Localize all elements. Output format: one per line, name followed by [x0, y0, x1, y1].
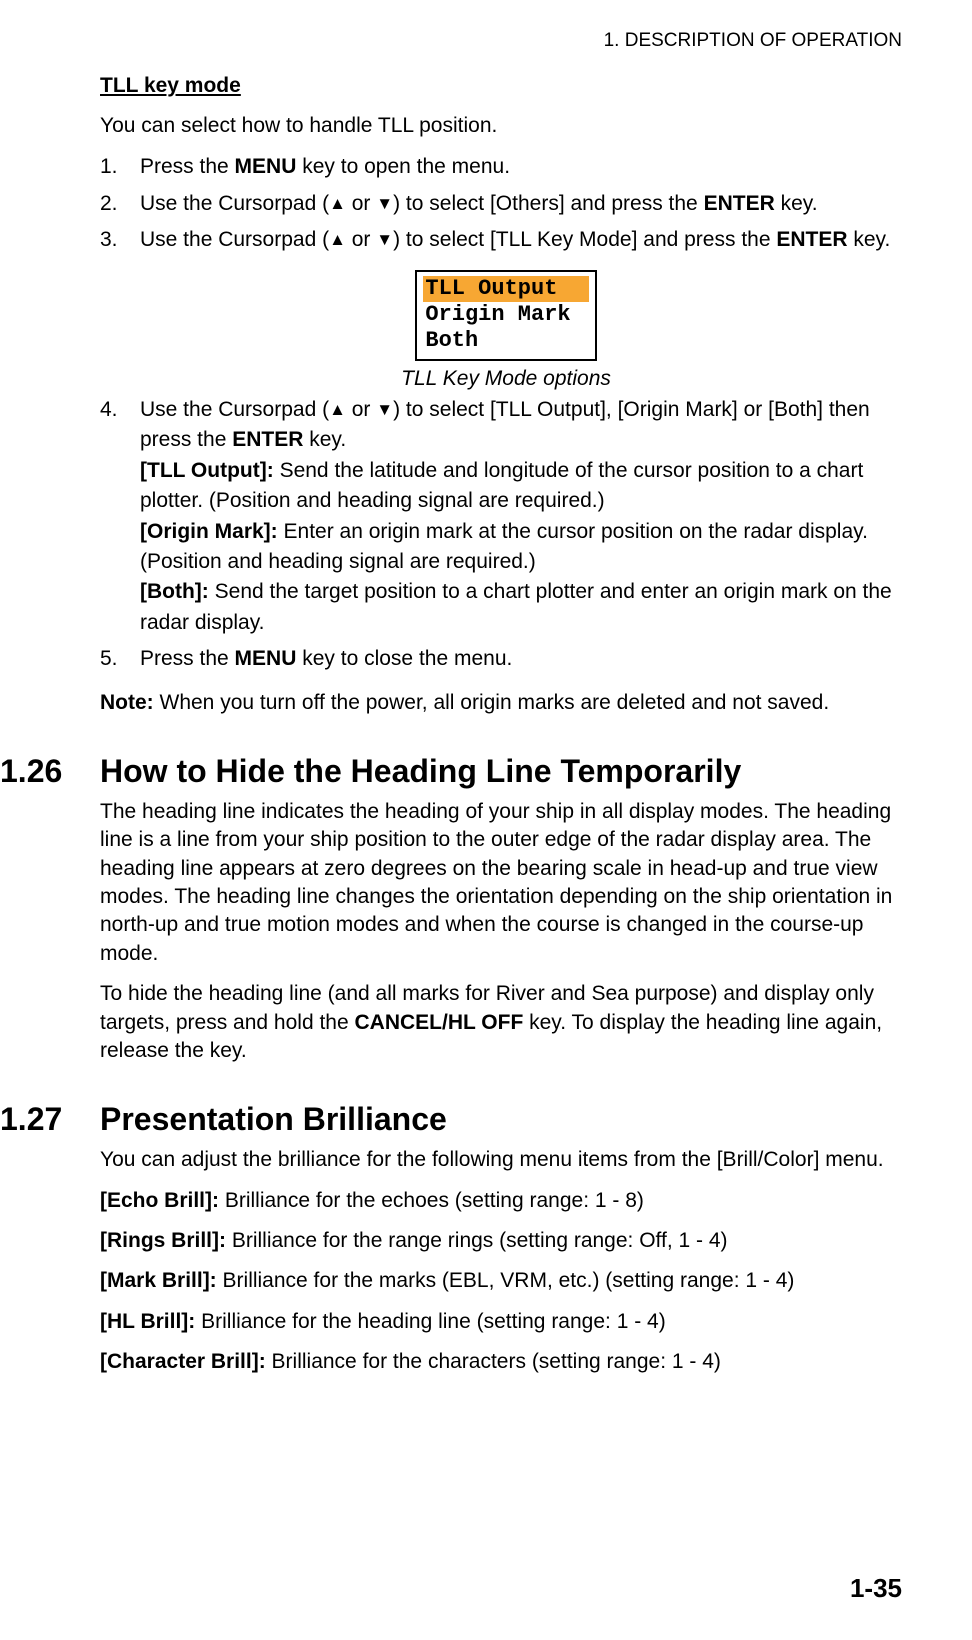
- step-4: 4. Use the Cursorpad (▲ or ▼) to select …: [100, 395, 912, 639]
- down-triangle-icon: ▼: [376, 398, 393, 423]
- step-number: 5.: [100, 644, 118, 674]
- note-text: When you turn off the power, all origin …: [154, 691, 830, 714]
- down-triangle-icon: ▼: [376, 192, 393, 217]
- section-number: 1.26: [0, 753, 100, 790]
- step-1: 1. Press the MENU key to open the menu.: [100, 152, 912, 182]
- item-text: Brilliance for the characters (setting r…: [266, 1350, 721, 1373]
- figure-tll-options: TLL Output Origin Mark Both: [100, 270, 912, 361]
- step-number: 2.: [100, 189, 118, 219]
- item-text: Brilliance for the marks (EBL, VRM, etc.…: [217, 1269, 795, 1292]
- key-menu: MENU: [235, 647, 297, 670]
- section-number: 1.27: [0, 1101, 100, 1138]
- tll-heading: TLL key mode: [100, 74, 912, 98]
- item-text: Brilliance for the heading line (setting…: [195, 1310, 665, 1333]
- step-number: 1.: [100, 152, 118, 182]
- brill-item: [Echo Brill]: Brilliance for the echoes …: [100, 1187, 912, 1215]
- tll-intro: You can select how to handle TLL positio…: [100, 112, 912, 140]
- brill-item: [HL Brill]: Brilliance for the heading l…: [100, 1308, 912, 1336]
- section-title: Presentation Brilliance: [100, 1101, 447, 1138]
- page-number: 1-35: [850, 1573, 902, 1604]
- step-text: key.: [303, 428, 346, 451]
- key-enter: ENTER: [232, 428, 303, 451]
- step-text: or: [346, 398, 376, 421]
- step-3: 3. Use the Cursorpad (▲ or ▼) to select …: [100, 225, 912, 255]
- step-text: Press the: [140, 647, 235, 670]
- figure-caption: TLL Key Mode options: [100, 367, 912, 391]
- item-label: [Mark Brill]:: [100, 1269, 217, 1292]
- section-intro: You can adjust the brilliance for the fo…: [100, 1146, 912, 1174]
- figure-option-selected: TLL Output: [423, 276, 588, 302]
- step-number: 3.: [100, 225, 118, 255]
- option-label: [TLL Output]:: [140, 459, 274, 482]
- item-text: Brilliance for the echoes (setting range…: [219, 1189, 644, 1212]
- section-title: How to Hide the Heading Line Temporarily: [100, 753, 741, 790]
- item-label: [HL Brill]:: [100, 1310, 195, 1333]
- key-menu: MENU: [235, 155, 297, 178]
- up-triangle-icon: ▲: [329, 228, 346, 253]
- section-paragraph: To hide the heading line (and all marks …: [100, 980, 912, 1065]
- option-text: Send the target position to a chart plot…: [140, 580, 892, 633]
- up-triangle-icon: ▲: [329, 192, 346, 217]
- step-text: Use the Cursorpad (: [140, 398, 329, 421]
- item-label: [Rings Brill]:: [100, 1229, 226, 1252]
- step-text: ) to select [Others] and press the: [393, 192, 703, 215]
- brill-item: [Mark Brill]: Brilliance for the marks (…: [100, 1267, 912, 1295]
- note-label: Note:: [100, 691, 154, 714]
- step-text: Use the Cursorpad (: [140, 228, 329, 251]
- key-cancel-hl-off: CANCEL/HL OFF: [355, 1011, 524, 1034]
- step-text: Press the: [140, 155, 235, 178]
- item-text: Brilliance for the range rings (setting …: [226, 1229, 728, 1252]
- page-header: 1. DESCRIPTION OF OPERATION: [100, 30, 902, 52]
- up-triangle-icon: ▲: [329, 398, 346, 423]
- section-paragraph: The heading line indicates the heading o…: [100, 798, 912, 968]
- step-text: ) to select [TLL Key Mode] and press the: [393, 228, 776, 251]
- step-text: key to open the menu.: [296, 155, 510, 178]
- note: Note: When you turn off the power, all o…: [100, 689, 912, 717]
- step-5: 5. Press the MENU key to close the menu.: [100, 644, 912, 674]
- key-enter: ENTER: [704, 192, 775, 215]
- brill-item: [Rings Brill]: Brilliance for the range …: [100, 1227, 912, 1255]
- item-label: [Character Brill]:: [100, 1350, 266, 1373]
- option-label: [Origin Mark]:: [140, 520, 278, 543]
- item-label: [Echo Brill]:: [100, 1189, 219, 1212]
- down-triangle-icon: ▼: [376, 228, 393, 253]
- figure-option: Both: [423, 328, 588, 354]
- step-text: Use the Cursorpad (: [140, 192, 329, 215]
- step-text: key to close the menu.: [296, 647, 512, 670]
- figure-option: Origin Mark: [423, 302, 588, 328]
- step-text: key.: [775, 192, 818, 215]
- step-text: key.: [848, 228, 891, 251]
- brill-item: [Character Brill]: Brilliance for the ch…: [100, 1348, 912, 1376]
- option-label: [Both]:: [140, 580, 209, 603]
- step-text: or: [346, 192, 376, 215]
- step-2: 2. Use the Cursorpad (▲ or ▼) to select …: [100, 189, 912, 219]
- step-text: or: [346, 228, 376, 251]
- key-enter: ENTER: [776, 228, 847, 251]
- step-number: 4.: [100, 395, 118, 425]
